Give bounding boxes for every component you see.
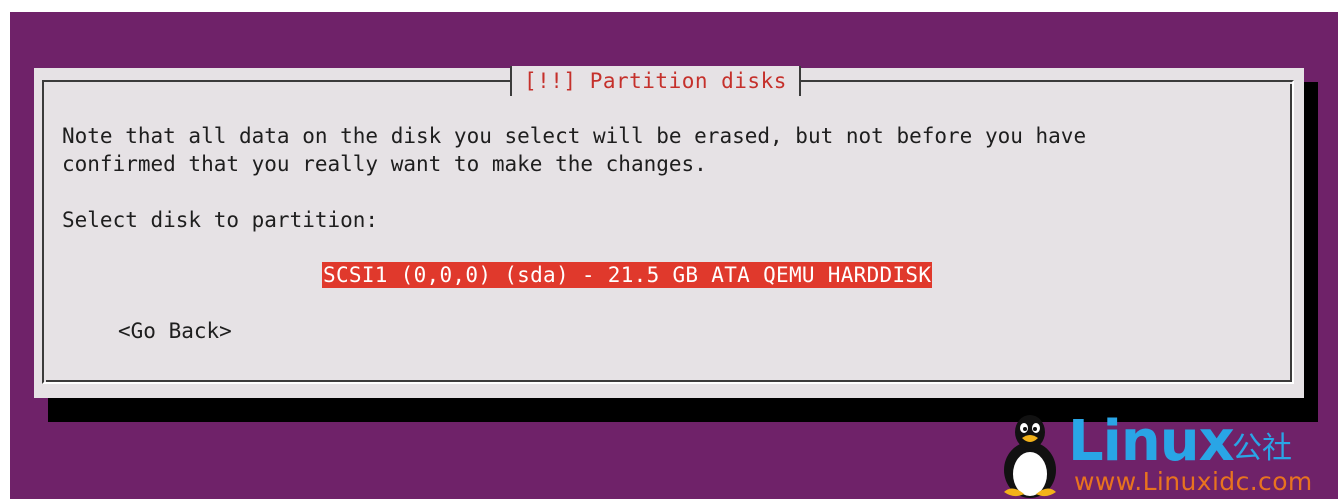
tux-penguin-icon [1004,415,1056,498]
watermark-url: www.Linuxidc.com [1074,467,1313,496]
dialog-shadow-right [1304,82,1318,422]
select-disk-label: Select disk to partition: [62,208,379,232]
dialog-title: [!!] Partition disks [510,66,801,96]
note-text-line-1: Note that all data on the disk you selec… [62,124,1087,148]
watermark-brand: Linux [1068,409,1235,474]
linuxidc-watermark: Linux 公社 www.Linuxidc.com [990,410,1338,499]
go-back-button[interactable]: <Go Back> [118,317,232,345]
note-text-line-2: confirmed that you really want to make t… [62,152,707,176]
disk-option-sda[interactable]: SCSI1 (0,0,0) (sda) - 21.5 GB ATA QEMU H… [322,262,933,288]
watermark-brand-cn: 公社 [1232,431,1292,466]
partition-disks-dialog: [!!] Partition disks Note that all data … [34,66,1304,398]
